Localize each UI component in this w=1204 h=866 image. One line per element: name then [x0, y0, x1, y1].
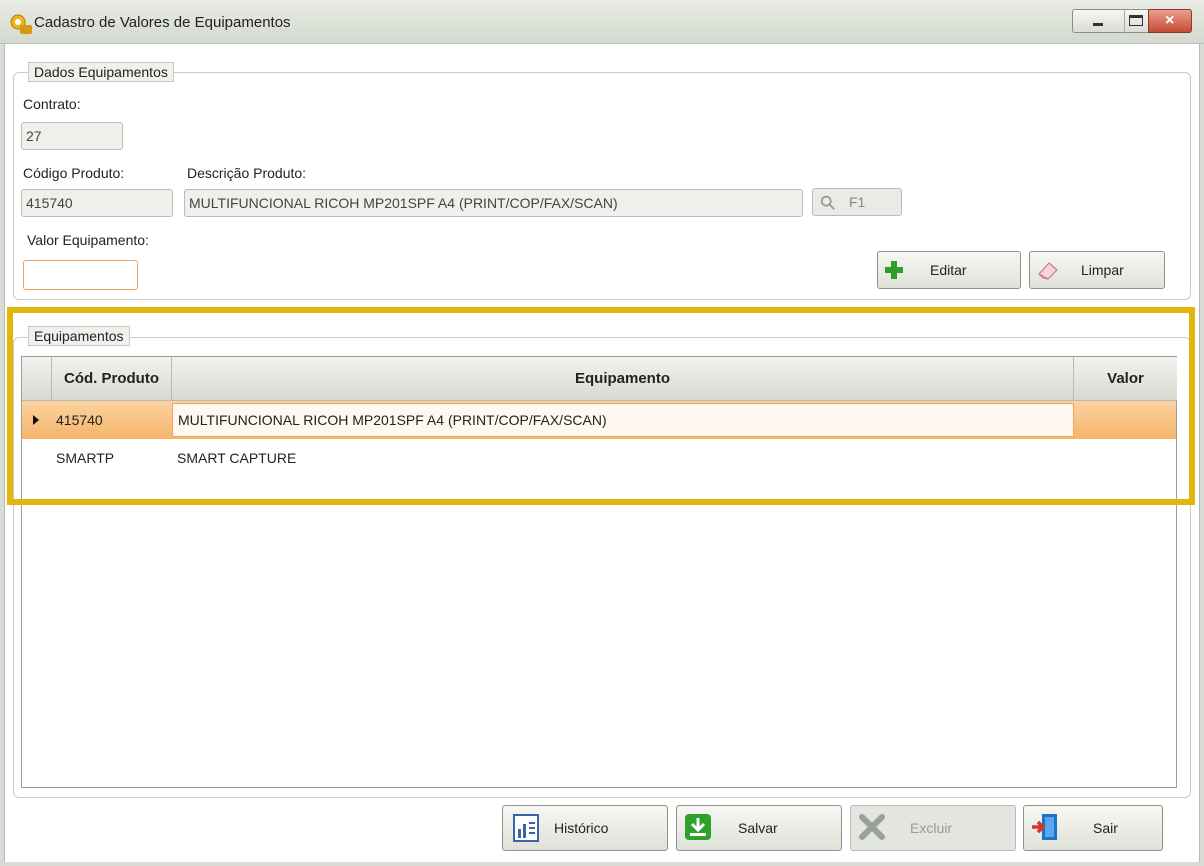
- search-f1-label: F1: [849, 194, 866, 210]
- search-f1-button[interactable]: F1: [812, 188, 902, 216]
- minimize-button[interactable]: [1072, 9, 1124, 33]
- codigo-produto-label: Código Produto:: [23, 165, 125, 181]
- eraser-icon: [1038, 262, 1058, 280]
- delete-x-icon: [859, 814, 885, 840]
- close-icon: ×: [1165, 12, 1175, 29]
- title-bar[interactable]: Cadastro de Valores de Equipamentos ×: [0, 0, 1204, 44]
- app-icon: [10, 14, 32, 34]
- salvar-button[interactable]: Salvar: [676, 805, 842, 851]
- codigo-produto-field[interactable]: 415740: [21, 189, 173, 217]
- close-button[interactable]: ×: [1148, 9, 1192, 33]
- limpar-button[interactable]: Limpar: [1029, 251, 1165, 289]
- save-download-icon: [685, 814, 711, 840]
- exit-door-icon: [1032, 814, 1057, 840]
- descricao-produto-label: Descrição Produto:: [187, 165, 307, 181]
- window-title: Cadastro de Valores de Equipamentos: [34, 14, 291, 31]
- valor-equipamento-field[interactable]: [23, 260, 138, 290]
- descricao-produto-field[interactable]: MULTIFUNCIONAL RICOH MP201SPF A4 (PRINT/…: [184, 189, 803, 217]
- report-chart-icon: [513, 814, 539, 842]
- plus-icon: [885, 261, 903, 279]
- maximize-button[interactable]: [1124, 9, 1148, 33]
- minimize-icon: [1093, 23, 1103, 26]
- excluir-button[interactable]: Excluir: [850, 805, 1016, 851]
- historico-button[interactable]: Histórico: [502, 805, 668, 851]
- editar-button[interactable]: Editar: [877, 251, 1021, 289]
- editar-label: Editar: [930, 262, 967, 278]
- sair-label: Sair: [1093, 820, 1118, 836]
- dados-equipamentos-legend: Dados Equipamentos: [28, 62, 174, 82]
- search-icon: [820, 195, 835, 210]
- excluir-label: Excluir: [910, 820, 953, 836]
- maximize-icon: [1129, 15, 1143, 26]
- limpar-label: Limpar: [1081, 262, 1124, 278]
- sair-button[interactable]: Sair: [1023, 805, 1163, 851]
- historico-label: Histórico: [554, 820, 609, 836]
- valor-equipamento-label: Valor Equipamento:: [27, 232, 149, 248]
- contrato-field[interactable]: 27: [21, 122, 123, 150]
- salvar-label: Salvar: [738, 820, 778, 836]
- highlight-box: [7, 307, 1195, 505]
- contrato-label: Contrato:: [23, 96, 81, 112]
